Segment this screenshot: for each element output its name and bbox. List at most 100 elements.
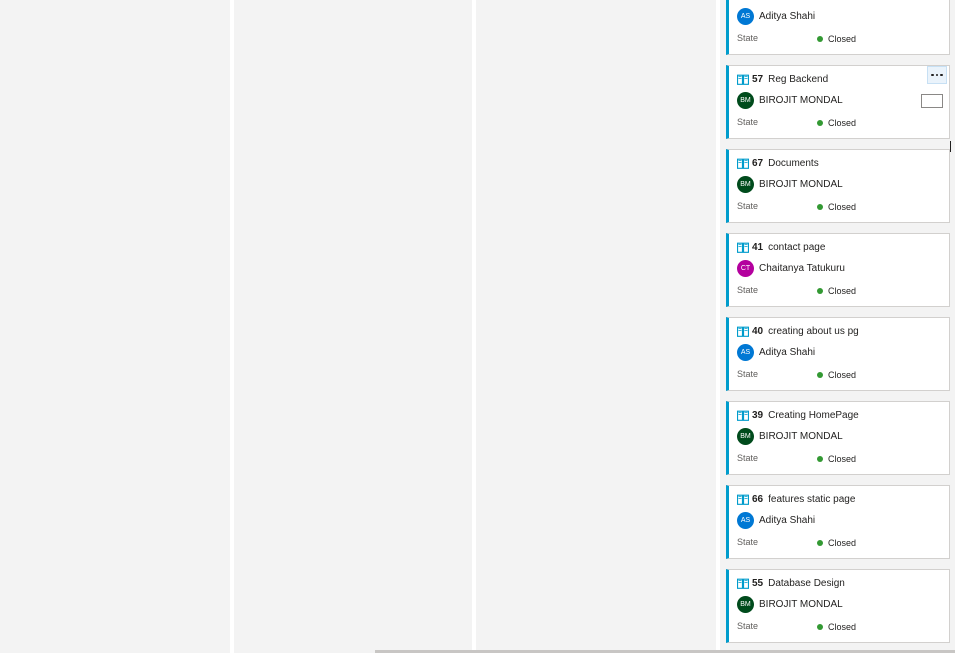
card-assignee[interactable]: AS Aditya Shahi [737,7,815,25]
assignee-name: BIROJIT MONDAL [759,178,843,190]
avatar: AS [737,511,754,529]
state-label: State [737,369,759,379]
state-value[interactable]: Closed [817,34,856,44]
book-icon [736,578,750,589]
work-item-title[interactable]: contact page [768,242,825,253]
work-item-card[interactable]: 40 creating about us pg AS Aditya Shahi … [726,317,950,391]
book-icon [736,242,750,253]
card-assignee[interactable]: CT Chaitanya Tatukuru [737,259,845,277]
card-state-row: State Closed [737,285,937,299]
work-item-id: 67 [752,157,764,169]
state-value[interactable]: Closed [817,622,856,632]
assignee-name: BIROJIT MONDAL [759,94,843,106]
work-item-title[interactable]: Creating HomePage [768,410,859,421]
work-item-id: 40 [752,325,764,337]
work-item-card[interactable]: 41 contact page CT Chaitanya Tatukuru St… [726,233,950,307]
card-state-row: State Closed [737,537,937,551]
state-dot [817,36,823,42]
state-text: Closed [828,202,857,212]
avatar: AS [737,343,754,361]
assignee-name: BIROJIT MONDAL [759,430,843,442]
book-icon [736,326,750,337]
work-item-card[interactable]: 39 Creating HomePage BM BIROJIT MONDAL S… [726,401,950,475]
state-label: State [737,117,759,127]
book-icon [736,158,750,169]
avatar: BM [737,595,754,613]
card-title-row[interactable]: 66 features static page [736,492,855,506]
state-dot [817,204,823,210]
state-label: State [737,621,759,631]
work-item-card[interactable]: 57 Reg Backend BM BIROJIT MONDAL State C… [726,65,950,139]
avatar: BM [737,427,754,445]
state-dot [817,288,823,294]
card-assignee[interactable]: AS Aditya Shahi [737,511,815,529]
card-state-row: State Closed [737,453,937,467]
book-icon [736,410,750,421]
state-label: State [737,285,759,295]
state-label: State [737,201,759,211]
work-item-card[interactable]: 55 Database Design BM BIROJIT MONDAL Sta… [726,569,950,643]
card-title-row[interactable]: 39 Creating HomePage [736,408,859,422]
text-cursor [950,141,951,152]
state-text: Closed [828,118,857,128]
state-text: Closed [828,286,857,296]
state-dot [817,120,823,126]
card-state-row: State Closed [737,117,937,131]
work-item-card[interactable]: 66 features static page AS Aditya Shahi … [726,485,950,559]
work-item-title[interactable]: Database Design [768,578,845,589]
state-value[interactable]: Closed [817,202,856,212]
state-value[interactable]: Closed [817,370,856,380]
work-item-title[interactable]: features static page [768,494,855,505]
state-text: Closed [828,370,857,380]
card-state-row: State Closed [737,369,937,383]
assignee-name: Chaitanya Tatukuru [759,262,845,274]
book-icon [736,494,750,505]
assignee-name: Aditya Shahi [759,10,816,22]
card-state-row: State Closed [737,621,937,635]
card-title-row[interactable]: 55 Database Design [736,576,845,590]
book-icon [736,74,750,85]
work-item-title[interactable]: creating about us pg [768,326,859,337]
avatar: BM [737,175,754,193]
card-assignee[interactable]: AS Aditya Shahi [737,343,815,361]
card-assignee[interactable]: BM BIROJIT MONDAL [737,175,843,193]
state-dot [817,456,823,462]
board-column-1 [0,0,230,653]
board-column-3 [476,0,716,653]
work-item-card-partial[interactable]: AS Aditya Shahi State Closed [726,0,950,55]
work-item-title[interactable]: Documents [768,158,819,169]
avatar: BM [737,91,754,109]
state-text: Closed [828,454,857,464]
state-text: Closed [828,622,857,632]
work-item-id: 55 [752,577,764,589]
work-item-id: 39 [752,409,764,421]
card-title-row[interactable]: 67 Documents [736,156,819,170]
state-text: Closed [828,34,857,44]
assignee-name: BIROJIT MONDAL [759,598,843,610]
work-item-id: 57 [752,73,764,85]
state-text: Closed [828,538,857,548]
card-assignee[interactable]: BM BIROJIT MONDAL [737,91,843,109]
card-checkbox[interactable] [921,94,943,108]
card-title-row[interactable]: 41 contact page [736,240,825,254]
work-item-title[interactable]: Reg Backend [768,74,828,85]
state-dot [817,372,823,378]
avatar: CT [737,259,754,277]
board-column-2 [234,0,472,653]
state-dot [817,540,823,546]
state-value[interactable]: Closed [817,454,856,464]
card-state-row: State Closed [737,33,937,47]
card-title-row[interactable]: 57 Reg Backend [736,72,828,86]
state-value[interactable]: Closed [817,538,856,548]
more-actions-icon[interactable] [927,66,947,84]
work-item-card[interactable]: 67 Documents BM BIROJIT MONDAL State Clo… [726,149,950,223]
state-label: State [737,537,759,547]
card-assignee[interactable]: BM BIROJIT MONDAL [737,427,843,445]
assignee-name: Aditya Shahi [759,514,816,526]
state-value[interactable]: Closed [817,118,856,128]
state-value[interactable]: Closed [817,286,856,296]
state-label: State [737,33,759,43]
state-dot [817,624,823,630]
card-title-row[interactable]: 40 creating about us pg [736,324,859,338]
card-assignee[interactable]: BM BIROJIT MONDAL [737,595,843,613]
